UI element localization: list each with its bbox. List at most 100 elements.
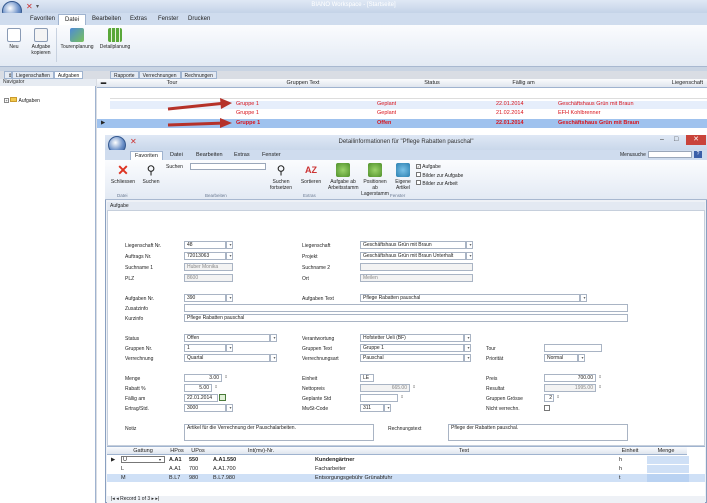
- aufgaben-text-field[interactable]: Pflege Rabatten pauschal: [360, 294, 580, 302]
- col-int-nr[interactable]: Int(mv)-Nr.: [209, 447, 313, 455]
- einheit-field[interactable]: LE: [360, 374, 374, 382]
- search-field-input[interactable]: [190, 163, 266, 170]
- nav-first-icon[interactable]: |◂ ◂: [111, 496, 119, 502]
- task-from-stock-button[interactable]: Aufgabe ab Arbeitsstamm: [328, 163, 359, 191]
- dropdown-icon[interactable]: ▾: [270, 354, 277, 362]
- dropdown-icon[interactable]: ▾: [466, 241, 473, 249]
- col-upos[interactable]: UPos: [187, 447, 209, 455]
- tab-drucken[interactable]: Drucken: [182, 14, 216, 25]
- minimize-icon[interactable]: –: [660, 136, 664, 143]
- status-select[interactable]: Offen: [184, 334, 270, 342]
- menge-cell[interactable]: [647, 456, 689, 464]
- dialog-tab-fenster[interactable]: Fenster: [258, 151, 285, 160]
- expand-icon[interactable]: +: [4, 98, 9, 103]
- table-row[interactable]: ▶ U ▾ A.A1 550 A.A1.550 Kundengärtner h: [107, 456, 705, 464]
- dropdown-icon[interactable]: ▾: [464, 344, 471, 352]
- own-articles-button[interactable]: Eigene Artikel: [392, 163, 414, 191]
- tab-bearbeiten[interactable]: Bearbeiten: [86, 14, 127, 25]
- verrechnungsart-select[interactable]: Pauschal: [360, 354, 464, 362]
- liegenschaft-nr-field[interactable]: 48: [184, 241, 226, 249]
- dialog-tab-datei[interactable]: Datei: [166, 151, 187, 160]
- new-button[interactable]: Neu: [5, 28, 23, 50]
- tab-rechnungen[interactable]: Rechnungen: [180, 71, 217, 79]
- preis-field[interactable]: 700.00: [544, 374, 596, 382]
- tab-fenster[interactable]: Fenster: [152, 14, 184, 25]
- menge-cell[interactable]: [647, 465, 689, 473]
- dropdown-icon[interactable]: ▾: [270, 334, 277, 342]
- dialog-tab-favoriten[interactable]: Favoriten: [130, 151, 163, 160]
- rechnungstext-textarea[interactable]: Pflege der Rabatten pauschal.: [448, 424, 628, 441]
- dropdown-icon[interactable]: ▾: [464, 334, 471, 342]
- chk-aufgabe[interactable]: ✓ Aufgabe: [416, 164, 441, 170]
- close-quick-icon[interactable]: ✕: [26, 2, 33, 11]
- menge-cell[interactable]: [647, 474, 689, 482]
- tree-item-aufgaben[interactable]: + Aufgaben: [4, 97, 40, 104]
- tab-favoriten[interactable]: Favoriten: [24, 14, 61, 25]
- route-planning-button[interactable]: Tourenplanung: [58, 28, 96, 50]
- tab-extras[interactable]: Extras: [124, 14, 153, 25]
- geplante-std-field[interactable]: [360, 394, 398, 402]
- dropdown-icon[interactable]: ▾: [226, 294, 233, 302]
- verrechnung-select[interactable]: Quartal: [184, 354, 270, 362]
- detail-planning-button[interactable]: Detailplanung: [96, 28, 134, 50]
- prioritaet-select[interactable]: Normal: [544, 354, 578, 362]
- mwst-field[interactable]: 311: [360, 404, 384, 412]
- dialog-tab-extras[interactable]: Extras: [230, 151, 254, 160]
- col-liegenschaft[interactable]: Liegenschaft: [555, 79, 707, 88]
- chk-bilder-arbeit[interactable]: Bilder zur Arbeit: [416, 180, 458, 187]
- table-row[interactable]: M B.L7 980 B.L7.980 Entsorgungsgebühr Gr…: [107, 474, 705, 482]
- chk-bilder-aufgabe[interactable]: Bilder zur Aufgabe: [416, 172, 463, 179]
- gruppen-text-select[interactable]: Gruppe 1: [360, 344, 464, 352]
- nicht-verrechn-checkbox[interactable]: [544, 405, 550, 411]
- col-status[interactable]: Status: [372, 79, 492, 88]
- auftrags-nr-field[interactable]: 72013063: [184, 252, 226, 260]
- col-gattung[interactable]: Gattung: [119, 447, 167, 455]
- dropdown-icon[interactable]: ▾: [464, 354, 471, 362]
- tab-datei[interactable]: Datei: [58, 14, 87, 25]
- col-gruppen-text[interactable]: Gruppen Text: [234, 79, 372, 88]
- gruppen-nr-field[interactable]: 1: [184, 344, 226, 352]
- close-dialog-button[interactable]: ✕ Schliessen: [110, 163, 136, 185]
- dropdown-icon[interactable]: ▾: [578, 354, 585, 362]
- dropdown-icon[interactable]: ▾: [466, 252, 473, 260]
- col-menge[interactable]: Menge: [645, 447, 687, 455]
- projekt-field[interactable]: Geschäftshaus Grün mit Braun Unterhalt: [360, 252, 466, 260]
- dialog-quick-close-icon[interactable]: ✕: [130, 137, 137, 146]
- dropdown-icon[interactable]: ▾: [226, 344, 233, 352]
- liegenschaft-field[interactable]: Geschäftshaus Grün mit Braun: [360, 241, 466, 249]
- gruppen-groesse-field[interactable]: 2: [544, 394, 554, 402]
- ertrag-field[interactable]: 3000: [184, 404, 226, 412]
- maximize-icon[interactable]: □: [674, 136, 678, 143]
- search-button[interactable]: ⚲ Suchen: [140, 163, 162, 185]
- help-icon[interactable]: ?: [694, 151, 702, 158]
- dropdown-icon[interactable]: ▾: [226, 252, 233, 260]
- tour-field[interactable]: [544, 344, 602, 352]
- calendar-icon[interactable]: [219, 394, 226, 401]
- positions-from-stock-button[interactable]: Positionen ab Lagerstamm: [360, 163, 390, 197]
- dropdown-icon[interactable]: ▾: [580, 294, 587, 302]
- faellig-date-field[interactable]: 22.01.2014: [184, 394, 218, 402]
- verantwortung-select[interactable]: Hofstetter Ueli (BF): [360, 334, 464, 342]
- pin-icon[interactable]: ⇕: [4, 71, 12, 79]
- col-text[interactable]: Text: [313, 447, 615, 455]
- col-faellig[interactable]: Fällig am: [492, 79, 555, 88]
- tab-rapporte[interactable]: Rapporte: [110, 71, 139, 79]
- col-tour[interactable]: Tour: [110, 79, 234, 88]
- tab-verrechnungen[interactable]: Verrechnungen: [138, 71, 181, 79]
- menu-search-input[interactable]: [648, 151, 692, 158]
- spinner-icon[interactable]: ⇕: [223, 374, 229, 380]
- kurzinfo-field[interactable]: Pflege Rabatten pauschal: [184, 314, 628, 322]
- dropdown-icon[interactable]: ▾: [226, 241, 233, 249]
- dropdown-icon[interactable]: ▾: [226, 404, 233, 412]
- spinner-icon[interactable]: ⇕: [597, 374, 603, 380]
- dropdown-quick-icon[interactable]: ▾: [36, 3, 39, 10]
- menge-field[interactable]: 3.00: [184, 374, 222, 382]
- nav-last-icon[interactable]: ▸ ▸|: [152, 496, 160, 502]
- aufgaben-nr-field[interactable]: 390: [184, 294, 226, 302]
- dialog-tab-bearbeiten[interactable]: Bearbeiten: [192, 151, 227, 160]
- sort-button[interactable]: AZ Sortieren: [298, 163, 324, 185]
- col-einheit[interactable]: Einheit: [615, 447, 645, 455]
- col-hpos[interactable]: HPos: [167, 447, 187, 455]
- dropdown-icon[interactable]: ▾: [384, 404, 391, 412]
- close-icon[interactable]: ✕: [686, 135, 706, 145]
